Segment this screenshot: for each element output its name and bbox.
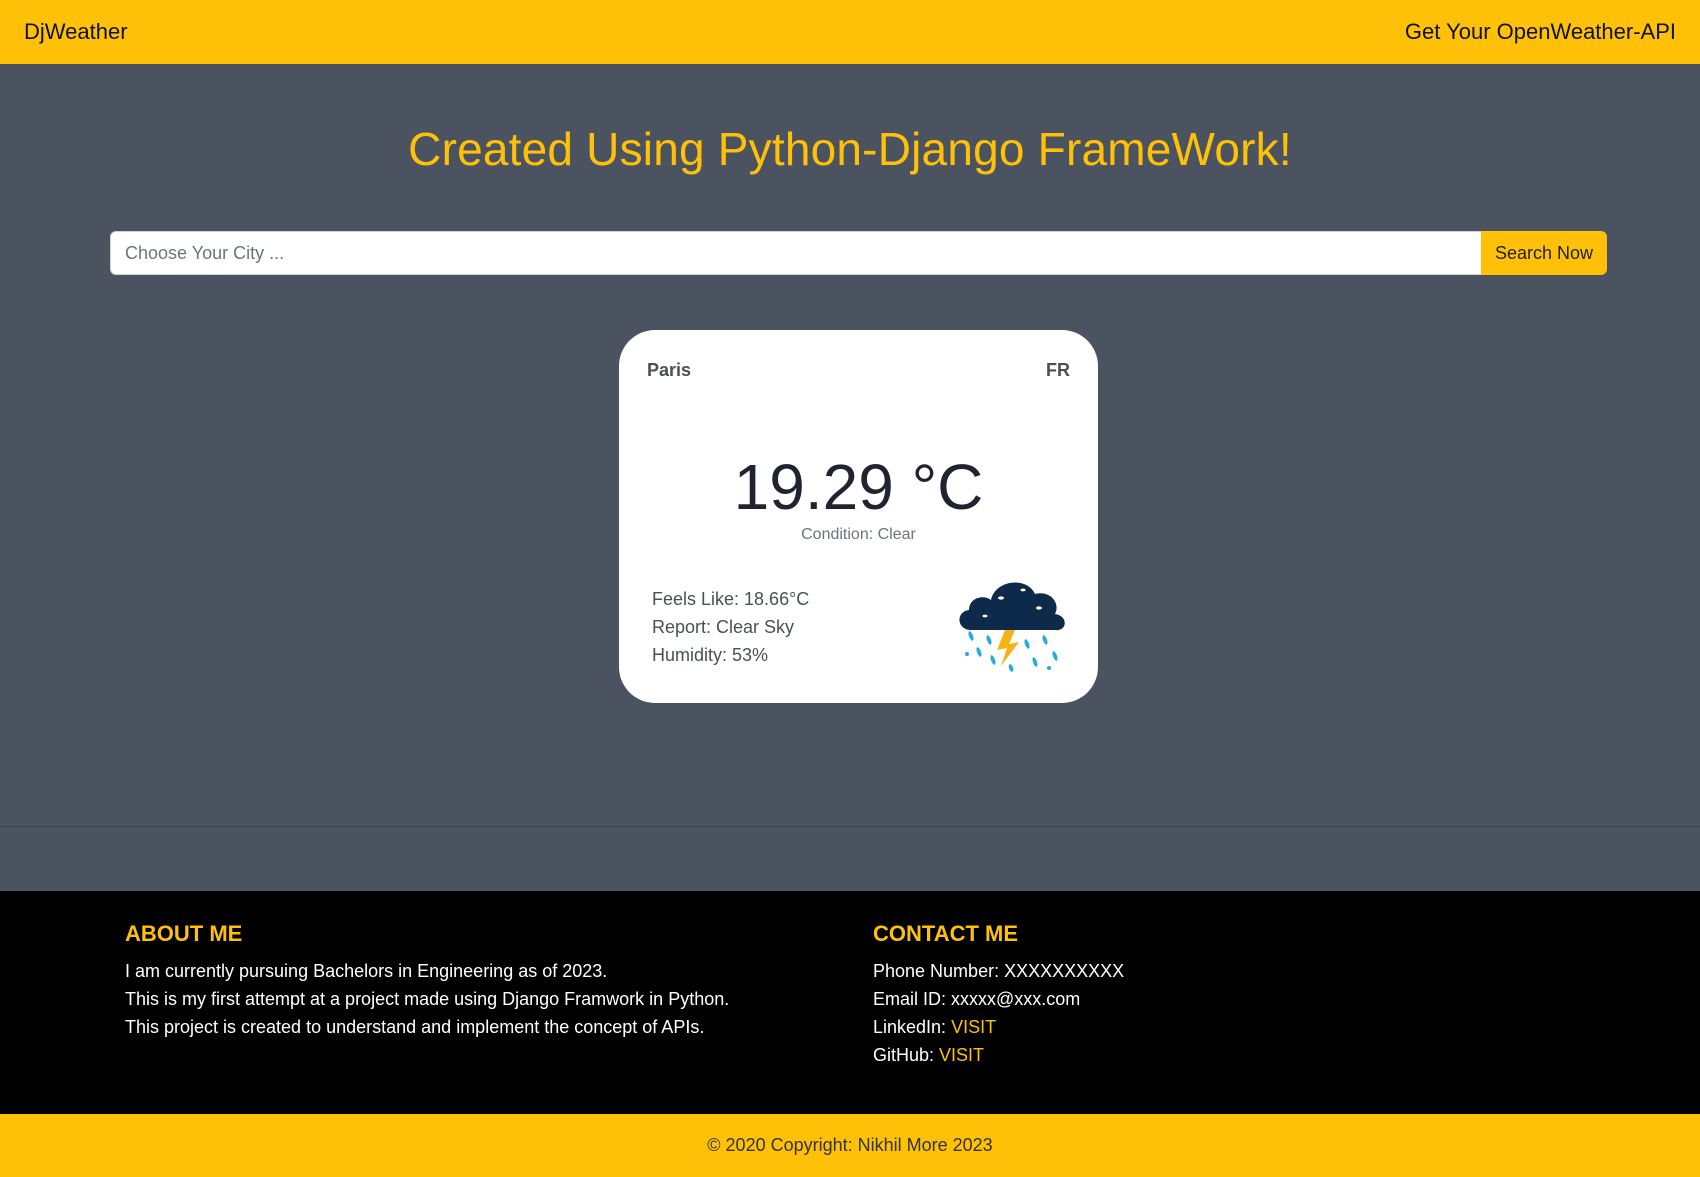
navbar: DjWeather Get Your OpenWeather-API	[0, 0, 1700, 64]
linkedin-visit-link[interactable]: VISIT	[951, 1017, 996, 1037]
github-row: GitHub: VISIT	[873, 1041, 1124, 1069]
github-label: GitHub:	[873, 1045, 940, 1065]
main-section: Created Using Python-Django FrameWork! S…	[0, 64, 1700, 826]
search-form: Search Now	[110, 231, 1607, 275]
page-title: Created Using Python-Django FrameWork!	[408, 123, 1292, 175]
condition-text: Condition: Clear	[801, 526, 916, 543]
feels-like: Feels Like: 18.66°C	[652, 589, 810, 609]
report: Report: Clear Sky	[652, 617, 795, 637]
contact-heading: CONTACT ME	[873, 921, 1019, 946]
about-heading: ABOUT ME	[125, 921, 243, 946]
divider	[0, 826, 1700, 827]
linkedin-label: LinkedIn:	[873, 1017, 952, 1037]
contact-section: CONTACT ME Phone Number: XXXXXXXXXX Emai…	[873, 921, 1124, 1069]
brand-link[interactable]: DjWeather	[24, 19, 128, 45]
storm-cloud-icon	[959, 582, 1065, 672]
temperature: 19.29 °C	[733, 451, 984, 523]
humidity: Humidity: 53%	[652, 645, 769, 665]
about-line: This is my first attempt at a project ma…	[125, 989, 730, 1009]
copyright-text: © 2020 Copyright: Nikhil More 2023	[707, 1135, 993, 1155]
github-visit-link[interactable]: VISIT	[939, 1045, 984, 1065]
search-now-button[interactable]: Search Now	[1481, 231, 1607, 275]
copyright-bar: © 2020 Copyright: Nikhil More 2023	[0, 1114, 1700, 1177]
phone-number: Phone Number: XXXXXXXXXX	[873, 961, 1125, 981]
email-id: Email ID: xxxxx@xxx.com	[873, 989, 1081, 1009]
country-code: FR	[1046, 360, 1070, 380]
about-section: ABOUT ME I am currently pursuing Bachelo…	[125, 921, 729, 1041]
about-line: I am currently pursuing Bachelors in Eng…	[125, 961, 608, 981]
city-name: Paris	[647, 360, 692, 380]
footer: ABOUT ME I am currently pursuing Bachelo…	[0, 891, 1700, 1114]
linkedin-row: LinkedIn: VISIT	[873, 1013, 1124, 1041]
weather-details: Feels Like: 18.66°C Report: Clear Sky Hu…	[652, 585, 809, 669]
openweather-api-link[interactable]: Get Your OpenWeather-API	[1405, 19, 1676, 45]
city-search-input[interactable]	[110, 231, 1481, 275]
weather-card: Paris FR 19.29 °C Condition: Clear Feels…	[619, 330, 1098, 703]
about-line: This project is created to understand an…	[125, 1017, 705, 1037]
